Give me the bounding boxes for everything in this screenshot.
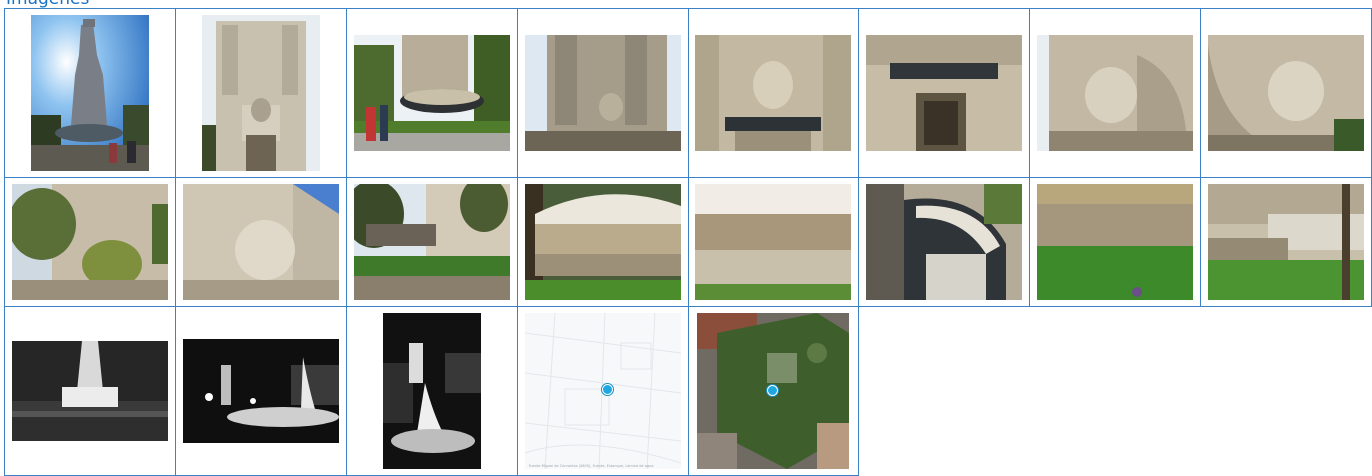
photo-icon: [201, 15, 320, 171]
gallery-row: [4, 177, 1372, 307]
thumb-satellite-map[interactable]: [697, 313, 850, 469]
image-gallery: Fuente Miguel de Cervantes (0605), Fuent…: [4, 8, 1372, 476]
thumb-night-fountain-tall[interactable]: [382, 313, 481, 469]
photo-icon: [353, 184, 510, 300]
map-caption: Fuente Miguel de Cervantes (0605), Fuent…: [528, 464, 654, 468]
thumb-monument-fountain-people[interactable]: [353, 35, 510, 151]
thumb-reclining-statue-left[interactable]: [1037, 35, 1194, 151]
gallery-row: Fuente Miguel de Cervantes (0605), Fuent…: [4, 306, 1372, 476]
photo-icon: [695, 184, 852, 300]
thumb-monument-front-statue[interactable]: [201, 15, 320, 171]
photo-icon: [11, 184, 168, 300]
thumb-statue-trees[interactable]: [11, 184, 168, 300]
gallery-row: [4, 8, 1372, 178]
thumb-night-fountain-wide[interactable]: [182, 339, 339, 443]
photo-icon: [524, 35, 681, 151]
photo-icon: [1037, 184, 1194, 300]
photo-icon: [382, 313, 481, 469]
photo-icon: [866, 35, 1023, 151]
thumb-fountain-shells[interactable]: [866, 184, 1023, 300]
photo-icon: [1037, 35, 1194, 151]
photo-icon: [182, 184, 339, 300]
photo-icon: [11, 341, 168, 441]
thumb-seated-figure-fountain[interactable]: [695, 35, 852, 151]
thumb-fountain-niche[interactable]: [866, 35, 1023, 151]
thumb-monument-base-statue[interactable]: [524, 35, 681, 151]
thumb-street-map[interactable]: Fuente Miguel de Cervantes (0605), Fuent…: [524, 313, 681, 469]
photo-icon: [695, 35, 852, 151]
photo-icon: [1208, 35, 1365, 151]
photo-icon: [524, 184, 681, 300]
thumb-monument-tower-backlit[interactable]: [30, 15, 149, 171]
photo-icon: [866, 184, 1023, 300]
photo-icon: [1208, 184, 1365, 300]
photo-icon: [182, 339, 339, 443]
thumb-monument-steps-lawn[interactable]: [1208, 184, 1365, 300]
thumb-fountain-cascade[interactable]: [524, 184, 681, 300]
photo-icon: [30, 15, 149, 171]
thumb-fountain-lawn[interactable]: [1037, 184, 1194, 300]
thumb-fountain-garden[interactable]: [353, 184, 510, 300]
thumb-reclining-statue-right[interactable]: [1208, 35, 1365, 151]
section-title: Imágenes: [6, 0, 89, 8]
thumb-fountain-basin-water[interactable]: [695, 184, 852, 300]
thumb-historic-bw-crowd[interactable]: [11, 341, 168, 441]
thumb-statue-closeup[interactable]: [182, 184, 339, 300]
photo-icon: [353, 35, 510, 151]
location-pin-icon: [601, 384, 613, 395]
